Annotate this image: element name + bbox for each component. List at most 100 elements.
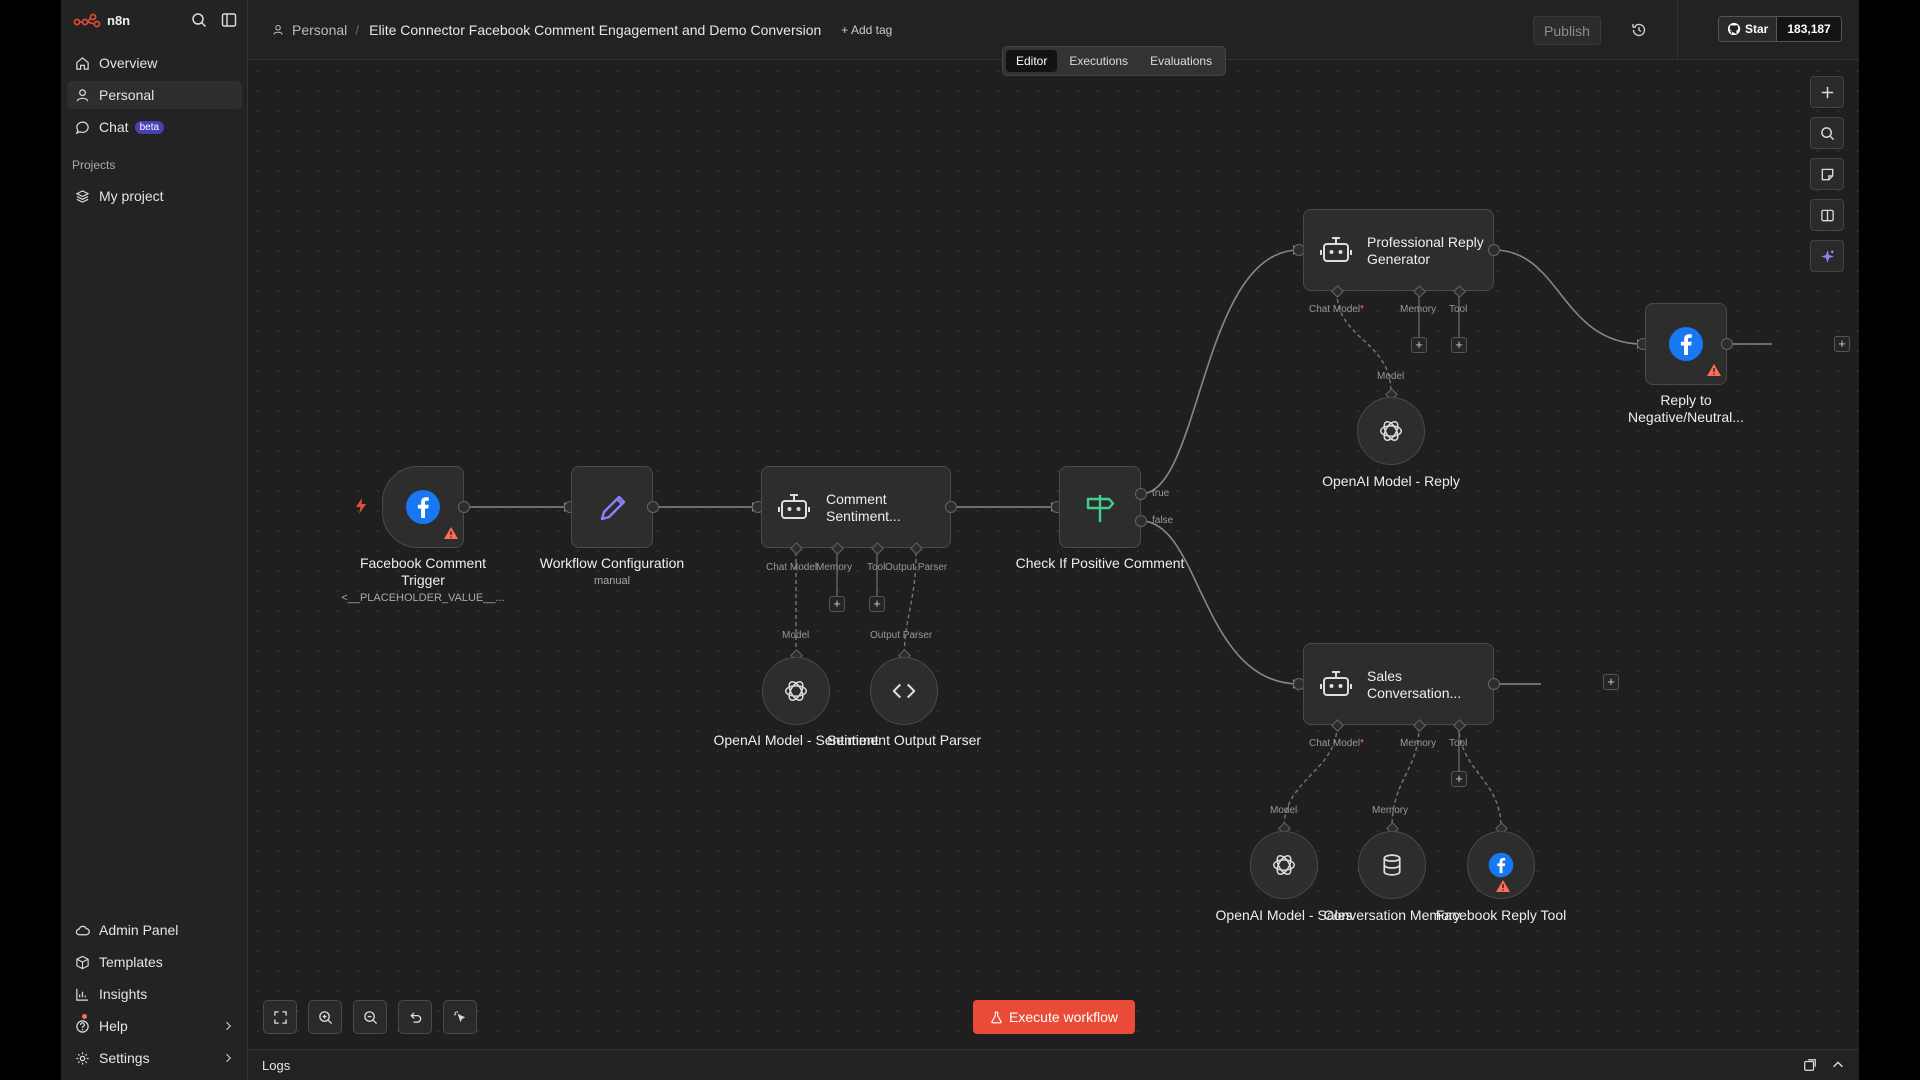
tab-evaluations[interactable]: Evaluations <box>1140 50 1222 72</box>
add-node-button[interactable]: + <box>1603 674 1619 690</box>
node-workflow-configuration[interactable] <box>571 466 653 548</box>
sidebar-item-help[interactable]: Help <box>67 1012 242 1040</box>
node-comment-sentiment[interactable]: Comment Sentiment... <box>761 466 951 548</box>
node-openai-model-reply[interactable] <box>1357 397 1425 465</box>
github-icon <box>1727 22 1741 36</box>
port-label-chat-model: Chat Model* <box>1309 304 1364 315</box>
output-port[interactable] <box>945 501 957 513</box>
popout-icon[interactable] <box>1803 1058 1817 1072</box>
node-facebook-reply-tool[interactable] <box>1467 831 1535 899</box>
tab-executions[interactable]: Executions <box>1059 50 1138 72</box>
node-title: Professional Reply Generator <box>1367 234 1484 267</box>
sidebar-item-personal[interactable]: Personal <box>67 81 242 109</box>
trigger-bolt-icon <box>356 498 366 514</box>
facebook-icon <box>1488 852 1514 878</box>
output-port[interactable] <box>458 501 470 513</box>
sidebar-item-label: Personal <box>99 87 155 103</box>
robot-icon <box>778 494 810 519</box>
publish-button[interactable]: Publish <box>1533 16 1601 45</box>
warning-icon[interactable] <box>1496 880 1510 892</box>
add-node-panel-button[interactable] <box>1810 76 1844 108</box>
node-facebook-comment-trigger[interactable] <box>382 466 464 548</box>
add-memory-button[interactable]: + <box>1411 337 1427 353</box>
divider <box>1677 0 1678 60</box>
output-port[interactable] <box>1488 678 1500 690</box>
zoom-out-button[interactable] <box>353 1000 387 1034</box>
output-port[interactable] <box>647 501 659 513</box>
sticky-note-button[interactable] <box>1810 158 1844 190</box>
sidebar-item-my-project[interactable]: My project <box>67 182 242 210</box>
breadcrumb: Personal / Elite Connector Facebook Comm… <box>272 22 892 38</box>
add-tool-button[interactable]: + <box>1451 771 1467 787</box>
node-openai-model-sales[interactable] <box>1250 831 1318 899</box>
sidebar-item-label: Insights <box>99 986 148 1002</box>
ai-assistant-button[interactable] <box>1810 240 1844 272</box>
output-port-true[interactable] <box>1135 488 1147 500</box>
node-conversation-memory[interactable] <box>1358 831 1426 899</box>
tidy-up-button[interactable] <box>443 1000 477 1034</box>
port-label: Model <box>1377 371 1405 382</box>
port-label: Memory <box>1400 738 1437 749</box>
github-star: Star <box>1719 17 1778 41</box>
add-tool-button[interactable]: + <box>1451 337 1467 353</box>
output-port-false[interactable] <box>1135 515 1147 527</box>
port-label: Chat Model <box>766 562 818 573</box>
warning-icon[interactable] <box>1707 364 1721 376</box>
required-mark: * <box>1360 304 1365 315</box>
node-sentiment-output-parser[interactable] <box>870 657 938 725</box>
port-label: Memory <box>816 562 853 573</box>
add-tag-button[interactable]: + Add tag <box>841 23 892 37</box>
brand[interactable]: n8n <box>73 12 130 28</box>
sidebar-item-templates[interactable]: Templates <box>67 948 242 976</box>
sidebar-item-admin-panel[interactable]: Admin Panel <box>67 916 242 944</box>
sidebar-item-chat[interactable]: Chat beta <box>67 113 242 141</box>
port-label: Output Parser <box>885 562 948 573</box>
layers-icon <box>75 189 90 203</box>
undo-button[interactable] <box>398 1000 432 1034</box>
package-icon <box>76 955 89 969</box>
execute-workflow-button[interactable]: Execute workflow <box>973 1000 1135 1034</box>
port-label-chat-model: Chat Model* <box>1309 738 1364 749</box>
node-professional-reply-generator[interactable]: Professional Reply Generator <box>1303 209 1494 291</box>
node-reply-to-negative-neutral[interactable] <box>1645 303 1727 385</box>
sidebar-item-settings[interactable]: Settings <box>67 1044 242 1072</box>
toggle-panel-button[interactable] <box>1810 199 1844 231</box>
node-openai-model-sentiment[interactable] <box>762 657 830 725</box>
sidebar-item-label: Settings <box>99 1050 150 1066</box>
port-label: Model <box>782 630 810 641</box>
add-node-button[interactable]: + <box>1834 336 1850 352</box>
tab-editor[interactable]: Editor <box>1006 50 1058 72</box>
openai-icon <box>1272 854 1296 876</box>
user-icon <box>273 24 283 35</box>
sticky-note-icon <box>1821 168 1833 180</box>
logs-panel[interactable]: Logs <box>248 1049 1859 1080</box>
workflow-title[interactable]: Elite Connector Facebook Comment Engagem… <box>369 22 821 38</box>
chevron-up-icon[interactable] <box>1831 1058 1845 1072</box>
zoom-in-button[interactable] <box>308 1000 342 1034</box>
sidebar-toggle-icon[interactable] <box>221 12 237 28</box>
port-label: Tool <box>867 562 886 573</box>
output-port[interactable] <box>1721 338 1733 350</box>
warning-icon[interactable] <box>444 527 458 539</box>
history-icon[interactable] <box>1631 22 1647 38</box>
port-label: Tool <box>1449 738 1468 749</box>
port-label-text: Chat Model <box>1309 304 1361 315</box>
facebook-icon <box>1669 327 1703 361</box>
node-sales-conversation[interactable]: Sales Conversation... <box>1303 643 1494 725</box>
sidebar-item-overview[interactable]: Overview <box>67 49 242 77</box>
search-nodes-button[interactable] <box>1810 117 1844 149</box>
output-port[interactable] <box>1488 244 1500 256</box>
search-icon[interactable] <box>191 12 207 28</box>
add-tool-button[interactable]: + <box>869 596 885 612</box>
sidebar-item-label: Help <box>99 1018 128 1034</box>
sidebar-item-insights[interactable]: Insights <box>67 980 242 1008</box>
logs-tools <box>1803 1058 1845 1072</box>
fit-view-button[interactable] <box>263 1000 297 1034</box>
search-icon <box>1820 126 1834 140</box>
node-check-if-positive[interactable] <box>1059 466 1141 548</box>
sidebar-item-label: My project <box>99 188 164 204</box>
github-star-button[interactable]: Star 183,187 <box>1718 16 1842 42</box>
add-memory-button[interactable]: + <box>829 596 845 612</box>
plus-icon <box>1821 86 1833 98</box>
breadcrumb-project[interactable]: Personal <box>292 22 347 38</box>
